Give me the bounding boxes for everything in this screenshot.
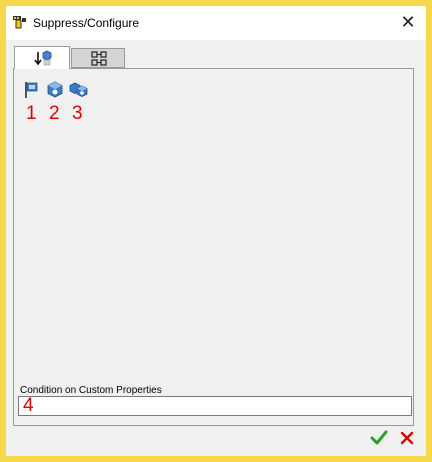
condition-input[interactable]: [18, 396, 412, 416]
dialog-window: Suppress/Configure ✕ 1 2 3 Condition on …: [0, 0, 432, 462]
feature-flag-icon[interactable]: [23, 81, 41, 99]
suppress-tab-icon: [33, 50, 53, 72]
suppress-panel: 1 2 3: [13, 68, 414, 426]
window-title: Suppress/Configure: [33, 16, 140, 30]
title-bar: Suppress/Configure ✕: [6, 6, 426, 40]
checkmark-icon[interactable]: [369, 429, 389, 447]
annotation-1: 1: [26, 103, 37, 124]
component-icon[interactable]: [46, 81, 64, 99]
multiple-components-icon[interactable]: [69, 81, 88, 99]
annotation-4: 4: [23, 395, 34, 416]
close-icon[interactable]: ✕: [400, 13, 416, 31]
cancel-x-icon[interactable]: [398, 429, 416, 447]
annotation-3: 3: [72, 103, 83, 124]
tab-suppress[interactable]: [14, 46, 70, 69]
condition-label: Condition on Custom Properties: [20, 385, 162, 396]
tab-configure[interactable]: [71, 48, 125, 68]
suppress-configure-app-icon: [12, 14, 28, 30]
annotation-2: 2: [49, 103, 60, 124]
